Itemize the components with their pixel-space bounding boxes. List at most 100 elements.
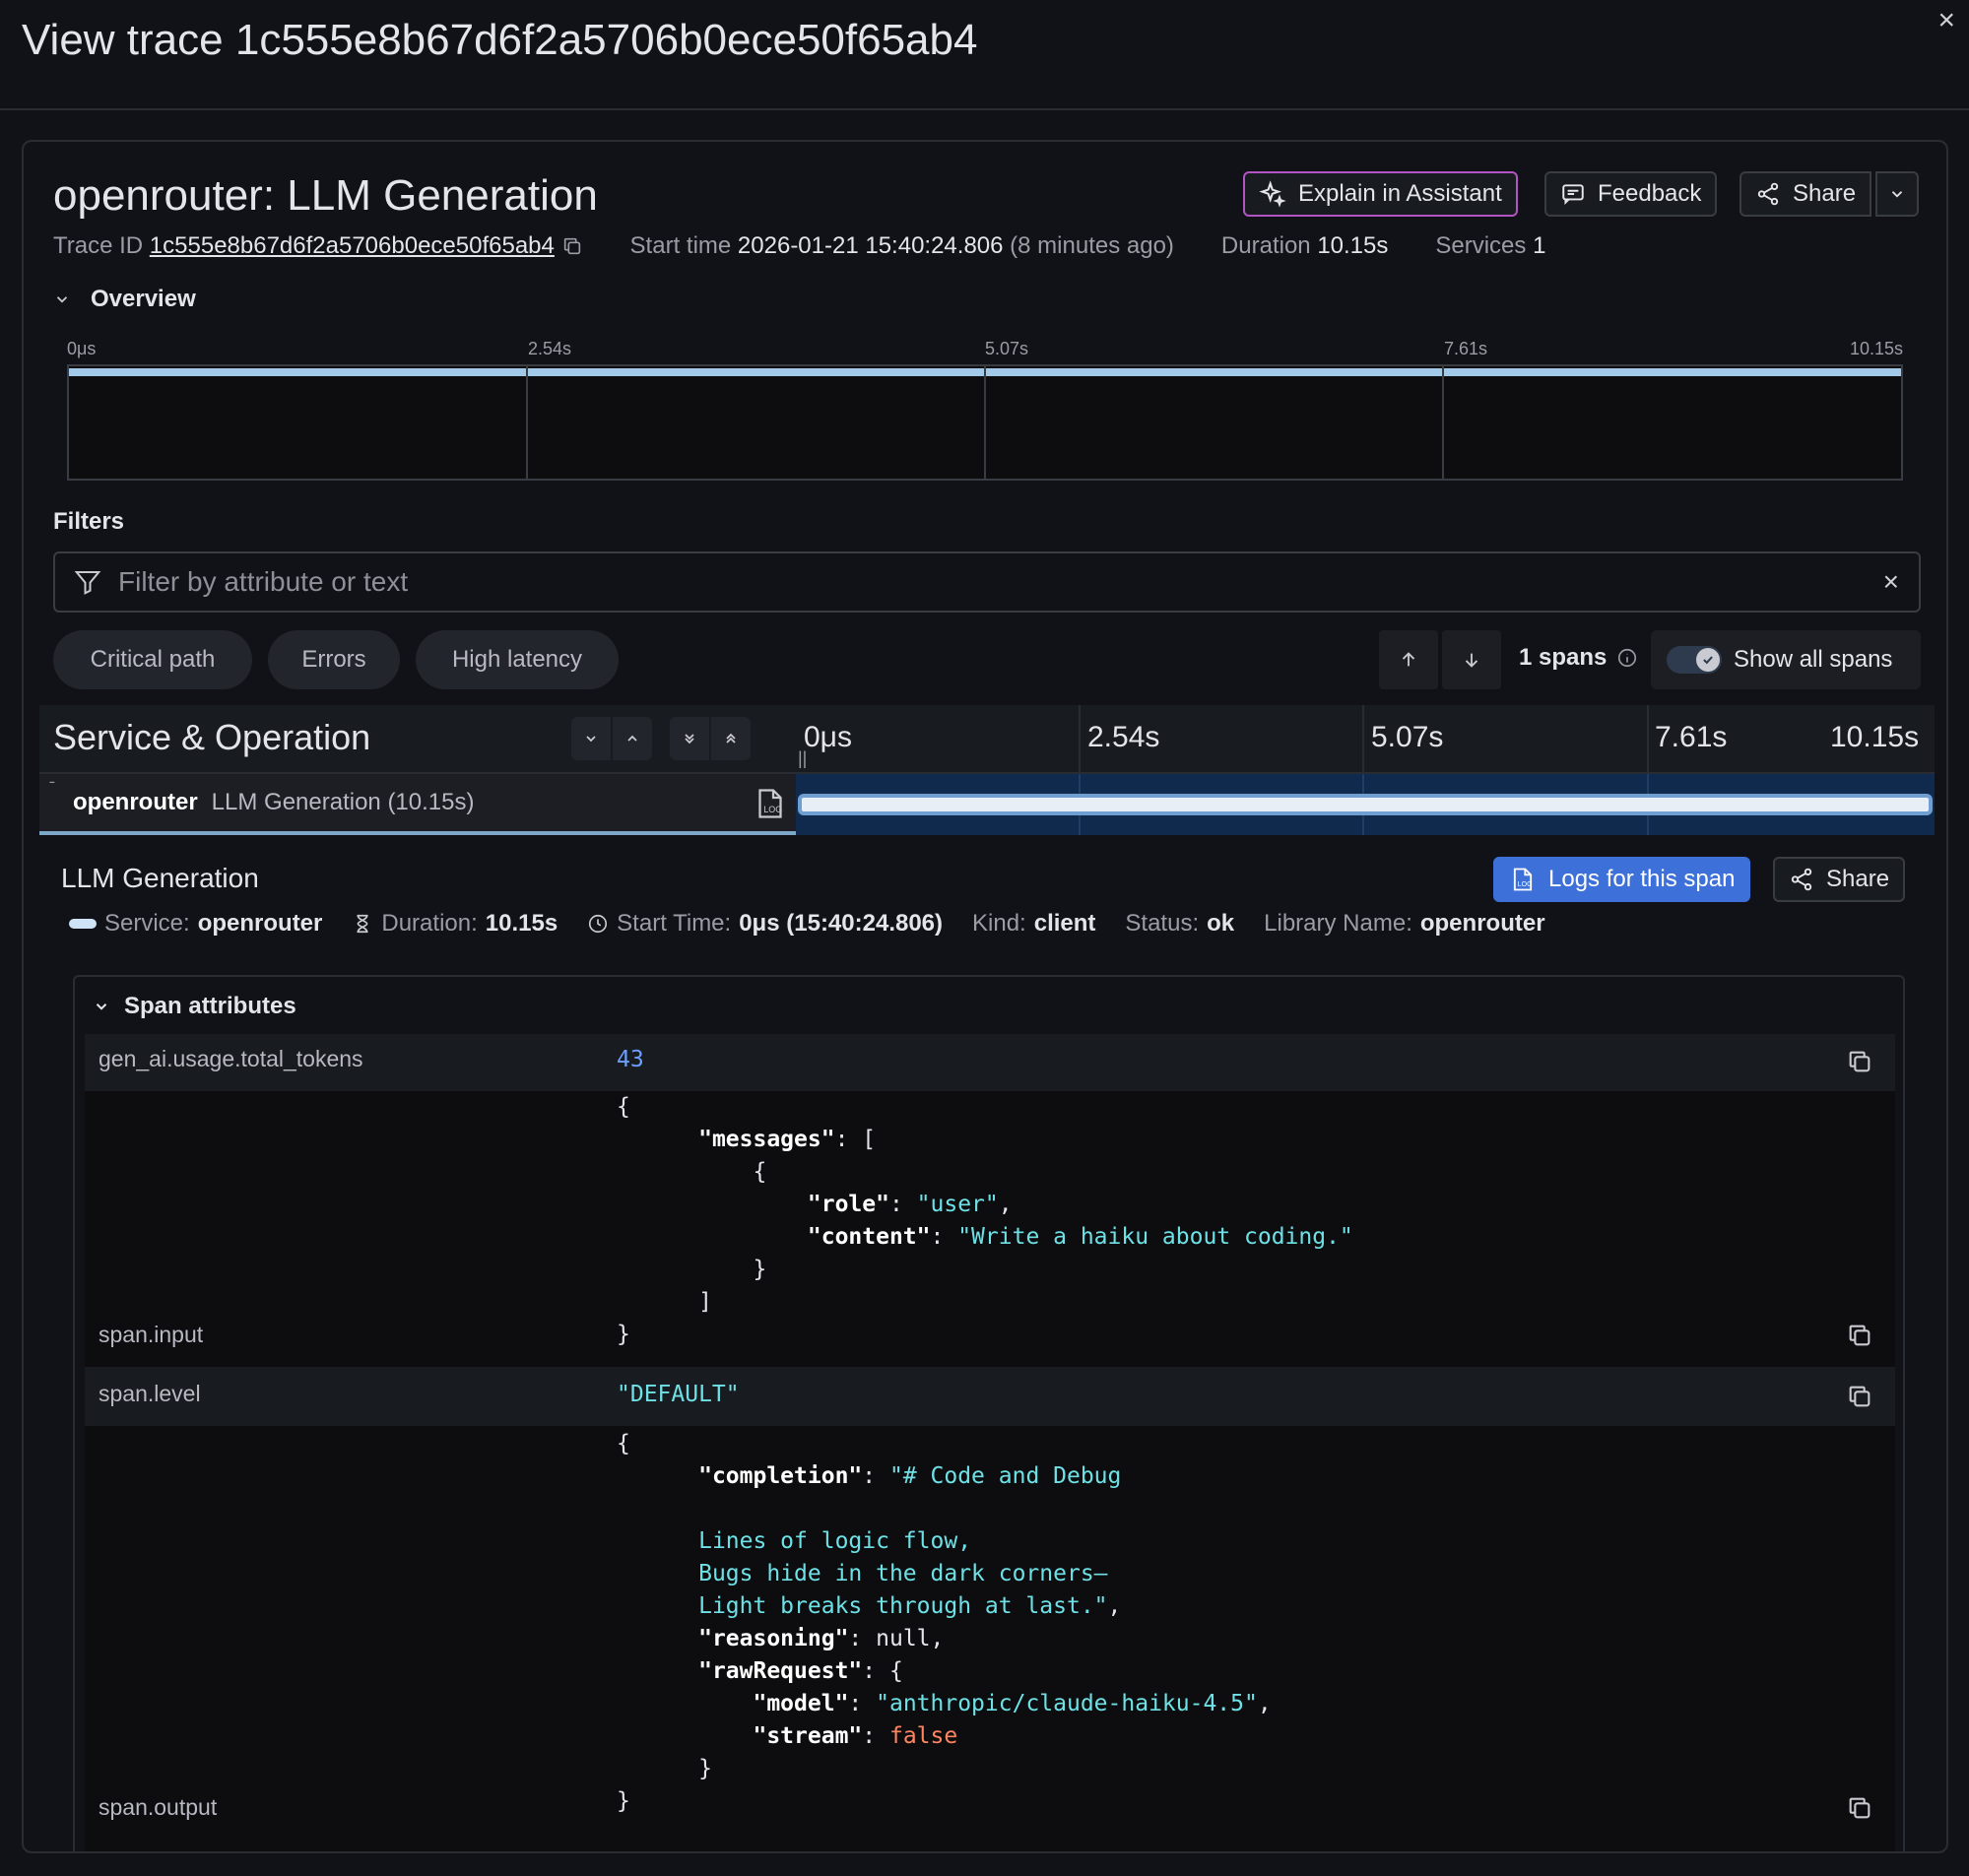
modal-title: View trace 1c555e8b67d6f2a5706b0ece50f65… bbox=[22, 16, 978, 64]
copy-icon[interactable] bbox=[1846, 1048, 1873, 1075]
trace-meta: Trace ID 1c555e8b67d6f2a5706b0ece50f65ab… bbox=[53, 232, 1545, 260]
show-all-label: Show all spans bbox=[1734, 646, 1893, 673]
modal-header: View trace 1c555e8b67d6f2a5706b0ece50f65… bbox=[0, 0, 1969, 110]
timeline-tick: 7.61s bbox=[1655, 721, 1728, 753]
chevron-down-icon bbox=[586, 736, 596, 743]
library-value: openrouter bbox=[1419, 910, 1545, 937]
chip-errors[interactable]: Errors bbox=[268, 630, 400, 689]
explain-in-assistant-button[interactable]: Explain in Assistant bbox=[1243, 171, 1518, 217]
chevron-up-icon bbox=[627, 735, 637, 742]
attribute-json-value: { "messages": [ { "role": "user", "conte… bbox=[617, 1094, 1353, 1347]
overview-divider bbox=[1442, 366, 1444, 479]
collapse-all-button[interactable] bbox=[670, 717, 709, 760]
logs-for-span-button[interactable]: LOG Logs for this span bbox=[1493, 857, 1751, 902]
span-meta: Service: openrouter Duration: 10.15s Sta… bbox=[69, 910, 1575, 938]
service-label: Service: bbox=[104, 910, 190, 937]
timeline-title: Service & Operation bbox=[53, 717, 371, 757]
overview-label: Overview bbox=[91, 286, 196, 312]
explain-label: Explain in Assistant bbox=[1298, 180, 1502, 207]
filter-input[interactable] bbox=[102, 566, 1883, 598]
span-duration-bar[interactable] bbox=[798, 794, 1933, 815]
chevron-down-icon bbox=[1891, 191, 1903, 198]
span-meta-status: Status: ok bbox=[1125, 910, 1234, 938]
check-icon bbox=[1696, 648, 1720, 672]
collapse-one-button[interactable] bbox=[571, 717, 611, 760]
expand-all-button[interactable] bbox=[711, 717, 751, 760]
span-details-title: LLM Generation bbox=[61, 863, 259, 893]
attribute-row: gen_ai.usage.total_tokens 43 bbox=[85, 1034, 1895, 1091]
timeline-divider bbox=[1079, 705, 1081, 774]
share-icon bbox=[1791, 868, 1812, 891]
share-button[interactable]: Share bbox=[1739, 171, 1872, 217]
overview-tick: 0μs bbox=[67, 339, 97, 358]
logs-icon[interactable]: LOG bbox=[753, 786, 788, 821]
attribute-key: span.output bbox=[98, 1794, 218, 1820]
span-row[interactable]: ˉ openrouter LLM Generation (10.15s) LOG bbox=[39, 774, 1935, 835]
overview-toggle[interactable]: Overview bbox=[53, 286, 196, 313]
copy-icon[interactable] bbox=[1846, 1383, 1873, 1410]
filters-label: Filters bbox=[53, 508, 125, 535]
prev-span-button[interactable] bbox=[1379, 630, 1438, 689]
copy-icon[interactable] bbox=[561, 235, 583, 257]
trace-id-label: Trace ID bbox=[53, 232, 144, 259]
span-service: openrouter bbox=[73, 789, 198, 815]
chip-critical-path[interactable]: Critical path bbox=[53, 630, 252, 689]
overview-minimap[interactable] bbox=[67, 364, 1903, 481]
chip-high-latency[interactable]: High latency bbox=[416, 630, 619, 689]
filter-icon bbox=[74, 571, 101, 595]
span-timeline[interactable] bbox=[796, 774, 1935, 835]
span-attributes-panel: Span attributes gen_ai.usage.total_token… bbox=[73, 975, 1905, 1851]
hourglass-icon bbox=[357, 914, 368, 934]
overview-divider bbox=[526, 366, 528, 479]
svg-text:LOG: LOG bbox=[1518, 881, 1533, 888]
chevrons-up-icon bbox=[726, 733, 736, 744]
start-label: Start Time: bbox=[617, 910, 732, 937]
show-all-spans: Show all spans bbox=[1651, 630, 1921, 689]
duration-label: Duration: bbox=[381, 910, 478, 937]
logs-icon: LOG bbox=[1513, 868, 1533, 891]
duration-value: 10.15s bbox=[1317, 232, 1389, 259]
trace-id-link[interactable]: 1c555e8b67d6f2a5706b0ece50f65ab4 bbox=[150, 232, 555, 260]
close-icon[interactable]: × bbox=[1937, 4, 1955, 37]
copy-icon[interactable] bbox=[1846, 1322, 1873, 1349]
expand-one-button[interactable] bbox=[613, 717, 652, 760]
overview-divider bbox=[984, 366, 986, 479]
show-all-toggle[interactable] bbox=[1667, 646, 1722, 674]
span-count-label: 1 spans bbox=[1519, 644, 1608, 671]
chevrons-down-icon bbox=[685, 734, 694, 744]
services-value: 1 bbox=[1533, 232, 1546, 259]
attribute-json-value: { "completion": "# Code and Debug Lines … bbox=[617, 1431, 1272, 1814]
span-share-label: Share bbox=[1826, 866, 1890, 892]
attribute-row: span.input { "messages": [ { "role": "us… bbox=[85, 1091, 1895, 1367]
clear-icon[interactable]: × bbox=[1883, 566, 1899, 598]
timeline-tick: 2.54s bbox=[1087, 721, 1160, 753]
span-attributes-toggle[interactable]: Span attributes bbox=[93, 993, 296, 1020]
timeline-tick: 10.15s bbox=[1830, 721, 1920, 753]
feedback-button[interactable]: Feedback bbox=[1544, 171, 1718, 217]
overview-tick: 5.07s bbox=[985, 339, 1029, 358]
span-count: 1 spans bbox=[1519, 644, 1638, 672]
service-color-swatch bbox=[69, 919, 97, 929]
start-time-value: 2026-01-21 15:40:24.806 bbox=[737, 232, 1004, 259]
next-span-button[interactable] bbox=[1442, 630, 1501, 689]
copy-icon[interactable] bbox=[1846, 1794, 1873, 1822]
timeline-tick: 0μs bbox=[804, 721, 852, 753]
share-options-button[interactable] bbox=[1875, 171, 1919, 217]
svg-text:LOG: LOG bbox=[763, 805, 782, 814]
info-icon[interactable] bbox=[1616, 647, 1638, 669]
sparkle-icon bbox=[1259, 180, 1286, 208]
services-label: Services bbox=[1435, 232, 1527, 259]
span-share-button[interactable]: Share bbox=[1773, 857, 1906, 902]
start-time-label: Start time bbox=[629, 232, 732, 259]
trace-title: openrouter: LLM Generation bbox=[53, 171, 598, 220]
collapse-icon[interactable]: ˉ bbox=[49, 778, 55, 799]
share-icon bbox=[1757, 182, 1779, 206]
span-meta-kind: Kind: client bbox=[972, 910, 1095, 938]
overview-tick: 7.61s bbox=[1444, 339, 1488, 358]
feedback-label: Feedback bbox=[1598, 180, 1702, 207]
span-meta-start: Start Time: 0μs (15:40:24.806) bbox=[587, 910, 943, 938]
attribute-key: gen_ai.usage.total_tokens bbox=[98, 1046, 363, 1071]
attribute-key: span.level bbox=[98, 1381, 201, 1406]
span-row-label[interactable]: ˉ openrouter LLM Generation (10.15s) LOG bbox=[39, 774, 796, 835]
attribute-key: span.input bbox=[98, 1322, 204, 1347]
